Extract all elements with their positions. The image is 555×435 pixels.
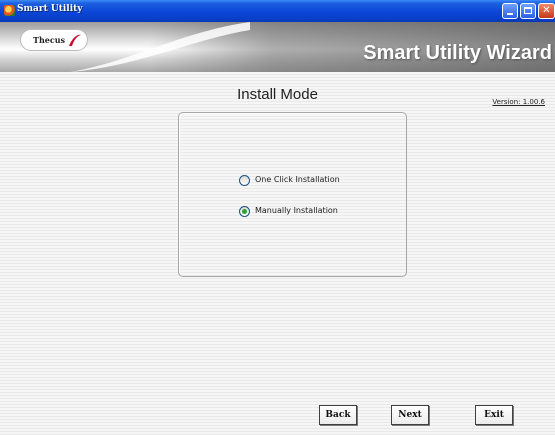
window-title: Smart Utility: [17, 4, 83, 14]
next-button[interactable]: Next: [391, 405, 429, 425]
version-link[interactable]: Version: 1.00.6: [470, 98, 545, 106]
maximize-icon: [524, 7, 532, 14]
logo-swirl-icon: [69, 34, 81, 46]
radio-label: Manually Installation: [255, 206, 338, 215]
wizard-title: Smart Utility Wizard: [363, 42, 552, 64]
radio-label: One Click Installation: [255, 175, 340, 184]
exit-button[interactable]: Exit: [475, 405, 513, 425]
radio-selected-icon[interactable]: [239, 206, 250, 217]
smart-utility-window: Smart Utility ✕ Thecus Smart Utility Wiz…: [0, 0, 555, 435]
close-icon: ✕: [542, 5, 551, 16]
install-mode-group: [178, 112, 407, 277]
banner-swoosh: [70, 22, 250, 72]
app-icon: [4, 5, 15, 16]
header-banner: Thecus Smart Utility Wizard: [0, 22, 555, 72]
radio-unselected-icon[interactable]: [239, 175, 250, 186]
title-bar[interactable]: Smart Utility ✕: [0, 0, 555, 22]
close-button[interactable]: ✕: [538, 3, 555, 19]
radio-dot: [242, 209, 247, 214]
minimize-button[interactable]: [502, 3, 518, 19]
back-button[interactable]: Back: [319, 405, 357, 425]
logo-text: Thecus: [33, 35, 66, 45]
minimize-icon: [507, 13, 513, 15]
maximize-button[interactable]: [520, 3, 536, 19]
thecus-logo: Thecus: [20, 29, 88, 51]
